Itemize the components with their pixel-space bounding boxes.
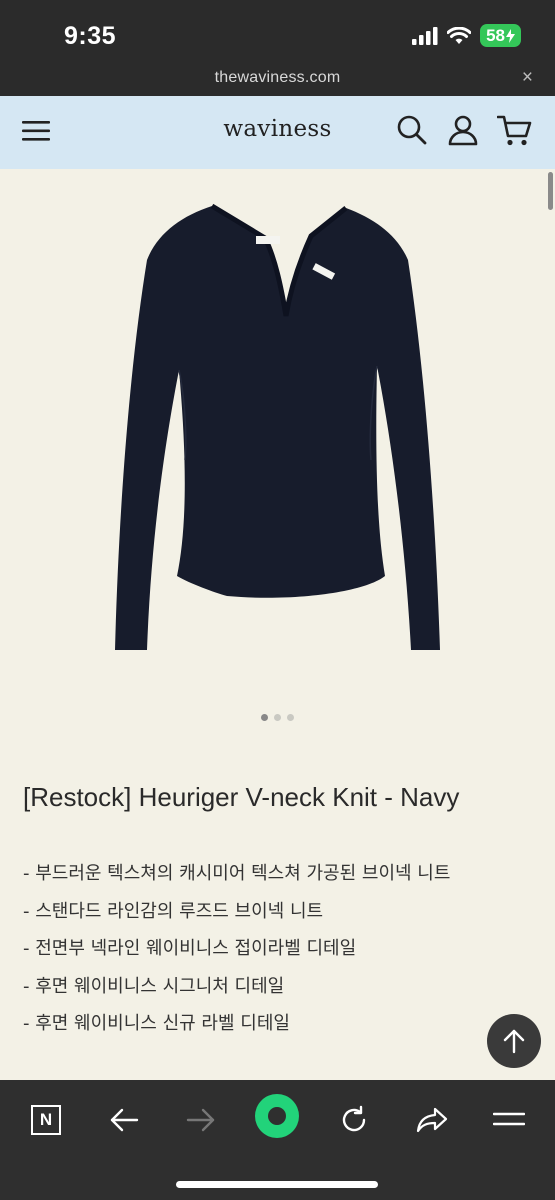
record-dot-icon xyxy=(268,1107,286,1125)
menu-lines-icon xyxy=(493,1112,525,1126)
signal-icon xyxy=(412,26,438,45)
carousel-dots xyxy=(0,714,555,721)
share-arrow-icon xyxy=(416,1107,448,1133)
status-bar: 9:35 58 xyxy=(0,0,555,62)
product-image[interactable] xyxy=(115,198,440,653)
product-features: - 부드러운 텍스쳐의 캐시미어 텍스쳐 가공된 브이넥 니트 - 스탠다드 라… xyxy=(23,860,450,1048)
feature-item: - 부드러운 텍스쳐의 캐시미어 텍스쳐 가공된 브이넥 니트 xyxy=(23,863,451,884)
scroll-to-top-button[interactable] xyxy=(487,1014,541,1068)
status-time: 9:35 xyxy=(64,22,117,50)
forward-button[interactable] xyxy=(179,1098,223,1142)
naver-n-icon: N xyxy=(31,1105,61,1135)
page-scrollbar[interactable] xyxy=(548,172,553,210)
feature-item: - 전면부 넥라인 웨이비니스 접이라벨 디테일 xyxy=(23,938,357,959)
back-button[interactable] xyxy=(102,1098,146,1142)
forward-arrow-icon xyxy=(186,1108,215,1132)
charging-icon xyxy=(506,28,515,43)
url-bar[interactable]: thewaviness.com × xyxy=(0,62,555,96)
home-indicator[interactable] xyxy=(176,1181,378,1188)
account-icon[interactable] xyxy=(447,114,479,146)
share-button[interactable] xyxy=(410,1098,454,1142)
back-arrow-icon xyxy=(110,1108,139,1132)
carousel-dot[interactable] xyxy=(274,714,281,721)
naver-badge-text: N xyxy=(39,1110,53,1129)
feature-item: - 스탠다드 라인감의 루즈드 브이넥 니트 xyxy=(23,900,324,922)
close-icon[interactable]: × xyxy=(522,67,533,89)
carousel-dot[interactable] xyxy=(287,714,294,721)
green-dot-button[interactable] xyxy=(255,1094,299,1138)
site-header: waviness xyxy=(0,96,555,169)
wifi-icon xyxy=(447,26,472,44)
feature-item: - 후면 웨이비니스 신규 라벨 디테일 xyxy=(23,1013,290,1034)
battery-indicator: 58 xyxy=(480,24,521,47)
carousel-dot-active[interactable] xyxy=(261,714,268,721)
feature-item: - 후면 웨이비니스 시그니처 디테일 xyxy=(23,975,285,997)
cart-icon[interactable] xyxy=(497,114,533,148)
reload-icon xyxy=(342,1105,366,1132)
status-indicators: 58 xyxy=(412,24,521,47)
reload-button[interactable] xyxy=(332,1098,376,1142)
neck-label xyxy=(256,236,280,244)
battery-level: 58 xyxy=(486,26,505,45)
naver-home-button[interactable]: N xyxy=(24,1098,68,1142)
menu-button[interactable] xyxy=(487,1098,531,1142)
product-title: [Restock] Heuriger V-neck Knit - Navy xyxy=(23,782,460,812)
arrow-up-icon xyxy=(503,1029,525,1054)
search-icon[interactable] xyxy=(396,114,428,146)
url-text[interactable]: thewaviness.com xyxy=(0,69,555,87)
